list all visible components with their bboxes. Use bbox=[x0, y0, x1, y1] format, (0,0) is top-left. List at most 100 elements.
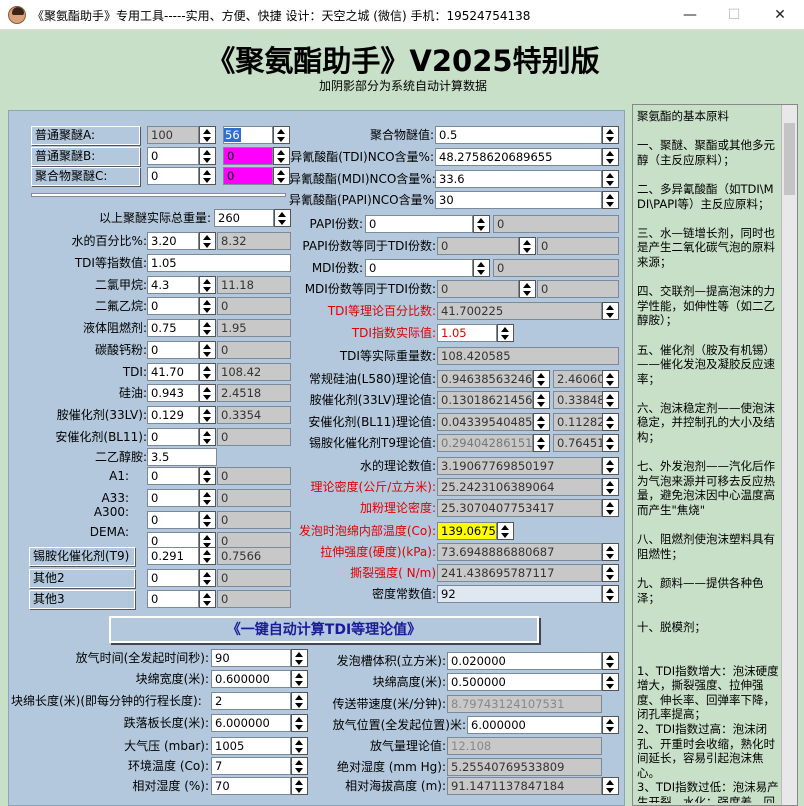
auto-calc-button[interactable]: 《一键自动计算TDI等理论值》 bbox=[109, 616, 539, 643]
papi-parts-field[interactable]: 0 bbox=[365, 215, 473, 233]
other2-button[interactable]: 其他2 bbox=[29, 569, 135, 588]
deoa-field[interactable]: 3.5 bbox=[147, 448, 217, 466]
env-temp-spinner[interactable] bbox=[291, 757, 308, 775]
dcm-field[interactable]: 4.3 bbox=[147, 276, 199, 294]
vent-pos-spinner[interactable] bbox=[602, 716, 619, 734]
cbl11-spinner[interactable] bbox=[533, 413, 550, 431]
a300-spinner[interactable] bbox=[199, 511, 216, 529]
poly-a-spinner[interactable] bbox=[199, 126, 216, 144]
c33lv-spinner[interactable] bbox=[533, 391, 550, 409]
a300-field[interactable]: 0 bbox=[147, 511, 199, 529]
maximize-button[interactable]: ☐ bbox=[712, 3, 756, 27]
env-temp-field[interactable]: 7 bbox=[211, 757, 291, 775]
info-scrollbar[interactable] bbox=[781, 105, 797, 805]
block-length-field[interactable]: 2 bbox=[211, 692, 291, 710]
minimize-button[interactable]: — bbox=[668, 3, 712, 27]
tdi-index-field[interactable]: 1.05 bbox=[147, 254, 291, 272]
poly-b-button[interactable]: 普通聚醚B: bbox=[31, 147, 140, 166]
info-panel[interactable]: 聚氨酯的基本原料 一、聚醚、聚酯或其他多元醇（主反应原料）； 二、多异氰酸酯（如… bbox=[632, 104, 798, 806]
block-height-field[interactable]: 0.500000 bbox=[447, 673, 602, 691]
block-width-spinner[interactable] bbox=[291, 670, 308, 688]
flame-spinner[interactable] bbox=[199, 319, 216, 337]
tdi-actual-spinner[interactable] bbox=[497, 324, 514, 342]
block-length-spinner[interactable] bbox=[291, 692, 308, 710]
amine33-spinner[interactable] bbox=[199, 406, 216, 424]
poly-c-spinner[interactable] bbox=[199, 167, 216, 185]
caco3-spinner[interactable] bbox=[199, 341, 216, 359]
poly-b-ratio-spinner[interactable] bbox=[273, 147, 290, 165]
humidity-field[interactable]: 70 bbox=[211, 777, 291, 795]
poly-a-ratio-spinner[interactable] bbox=[273, 126, 290, 144]
polyol-value-spinner[interactable] bbox=[602, 126, 619, 144]
t9-button[interactable]: 锡胺化催化剂(T9) bbox=[29, 547, 135, 566]
flame-field[interactable]: 0.75 bbox=[147, 319, 199, 337]
t9-spinner[interactable] bbox=[199, 547, 216, 565]
poly-c-ratio-spinner[interactable] bbox=[273, 167, 290, 185]
poly-c-ratio-field[interactable]: 0 bbox=[223, 167, 273, 185]
tdi-nco-field[interactable]: 48.2758620689655 bbox=[435, 148, 602, 166]
close-button[interactable]: ✕ bbox=[758, 3, 802, 27]
poly-a-parts-field[interactable]: 100 bbox=[147, 126, 199, 144]
block-height-spinner[interactable] bbox=[602, 673, 619, 691]
papi-parts-spinner[interactable] bbox=[473, 215, 490, 233]
poly-c-button[interactable]: 聚合物聚醚C: bbox=[31, 167, 140, 186]
difluoro-spinner[interactable] bbox=[199, 297, 216, 315]
papi-nco-field[interactable]: 30 bbox=[435, 191, 602, 209]
tdi-field[interactable]: 41.70 bbox=[147, 363, 199, 381]
other3-button[interactable]: 其他3 bbox=[29, 590, 135, 609]
temp-spinner[interactable] bbox=[497, 522, 514, 540]
altitude-spinner[interactable] bbox=[602, 777, 619, 795]
density-spinner[interactable] bbox=[602, 478, 619, 496]
difluoro-field[interactable]: 0 bbox=[147, 297, 199, 315]
trough-field[interactable]: 0.020000 bbox=[447, 652, 602, 670]
bl11-spinner[interactable] bbox=[199, 428, 216, 446]
poly-c-parts-field[interactable]: 0 bbox=[147, 167, 199, 185]
mdi-parts-spinner[interactable] bbox=[473, 259, 490, 277]
silicone-field[interactable]: 0.943 bbox=[147, 384, 199, 402]
vent-time-spinner[interactable] bbox=[291, 649, 308, 667]
c33lv-calc-spinner[interactable] bbox=[602, 391, 619, 409]
scrollbar-thumb[interactable] bbox=[784, 123, 795, 195]
papi-eq-spinner[interactable] bbox=[519, 237, 536, 255]
ct9-spinner[interactable] bbox=[533, 434, 550, 452]
water-pct-field[interactable]: 3.20 bbox=[147, 232, 199, 250]
l580-calc-spinner[interactable] bbox=[602, 370, 619, 388]
mdi-nco-field[interactable]: 33.6 bbox=[435, 170, 602, 188]
polyol-value-field[interactable]: 0.5 bbox=[435, 126, 602, 144]
trough-spinner[interactable] bbox=[602, 652, 619, 670]
l580-spinner[interactable] bbox=[533, 370, 550, 388]
vent-time-field[interactable]: 90 bbox=[211, 649, 291, 667]
tdi-nco-spinner[interactable] bbox=[602, 148, 619, 166]
amine33-field[interactable]: 0.129 bbox=[147, 406, 199, 424]
poly-b-spinner[interactable] bbox=[199, 147, 216, 165]
other3-field[interactable]: 0 bbox=[147, 590, 199, 608]
dcm-spinner[interactable] bbox=[199, 276, 216, 294]
poly-a-ratio-field[interactable]: 56 bbox=[223, 126, 273, 144]
ct9-calc-spinner[interactable] bbox=[602, 434, 619, 452]
mdi-nco-spinner[interactable] bbox=[602, 170, 619, 188]
total-weight-field[interactable]: 260 bbox=[214, 209, 274, 227]
density-const-spinner[interactable] bbox=[602, 585, 619, 603]
a1-field[interactable]: 0 bbox=[147, 467, 199, 485]
bl11-field[interactable]: 0 bbox=[147, 428, 199, 446]
other3-spinner[interactable] bbox=[199, 590, 216, 608]
block-width-field[interactable]: 0.600000 bbox=[211, 670, 291, 688]
papi-nco-spinner[interactable] bbox=[602, 191, 619, 209]
cbl11-calc-spinner[interactable] bbox=[602, 413, 619, 431]
tear-spinner[interactable] bbox=[602, 564, 619, 582]
a1-spinner[interactable] bbox=[199, 467, 216, 485]
silicone-spinner[interactable] bbox=[199, 384, 216, 402]
tdi-actual-field[interactable]: 1.05 bbox=[437, 324, 497, 342]
tdi-spinner[interactable] bbox=[199, 363, 216, 381]
water-spinner[interactable] bbox=[199, 232, 216, 250]
other2-field[interactable]: 0 bbox=[147, 569, 199, 587]
a33-spinner[interactable] bbox=[199, 489, 216, 507]
mdi-parts-field[interactable]: 0 bbox=[365, 259, 473, 277]
t9-field[interactable]: 0.291 bbox=[147, 547, 199, 565]
poly-a-button[interactable]: 普通聚醚A: bbox=[31, 126, 140, 145]
a33-field[interactable]: 0 bbox=[147, 489, 199, 507]
fall-plate-field[interactable]: 6.000000 bbox=[211, 714, 291, 732]
pressure-spinner[interactable] bbox=[291, 737, 308, 755]
tdi-pct-spinner[interactable] bbox=[602, 302, 619, 320]
mdi-eq-spinner[interactable] bbox=[519, 280, 536, 298]
